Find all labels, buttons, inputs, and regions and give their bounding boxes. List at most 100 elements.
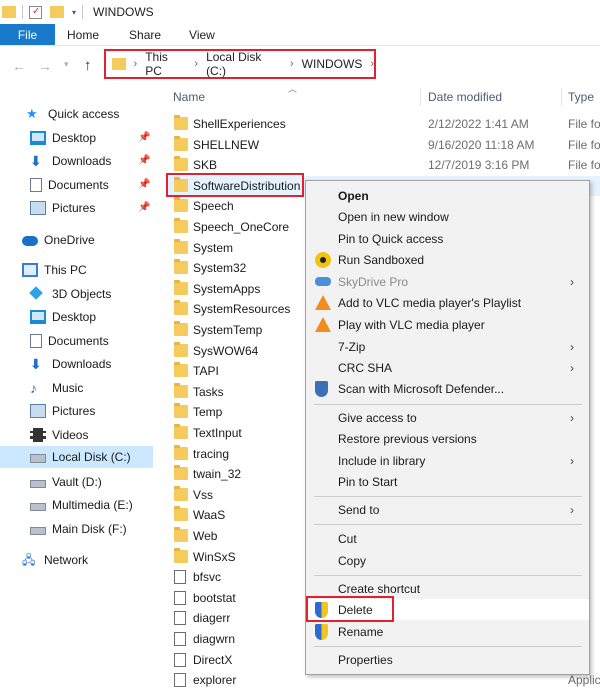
nav-downloads[interactable]: ⬇ Downloads <box>30 353 111 375</box>
nav-network[interactable]: 🖧 Network <box>22 549 88 571</box>
nav-local-disk-c[interactable]: Local Disk (C:) <box>0 446 153 468</box>
qat-dropdown-icon[interactable]: ▾ <box>72 8 76 17</box>
menu-item-give-access[interactable]: Give access to › <box>306 407 589 428</box>
nav-documents[interactable]: Documents <box>30 330 109 352</box>
menu-item-open[interactable]: Open <box>306 185 589 206</box>
menu-item-open-new-window[interactable]: Open in new window <box>306 206 589 227</box>
nav-3d-objects[interactable]: 3D Objects <box>29 283 111 305</box>
column-divider[interactable] <box>561 88 562 106</box>
menu-item-skydrive-pro[interactable]: SkyDrive Pro › <box>306 271 589 292</box>
breadcrumb-chevron-icon[interactable]: › <box>290 58 294 70</box>
properties-icon[interactable]: ✓ <box>29 5 42 19</box>
breadcrumb-local-disk[interactable]: Local Disk (C:) <box>206 50 282 78</box>
forward-arrow-icon[interactable]: → <box>38 58 52 74</box>
menu-item-copy[interactable]: Copy <box>306 550 589 571</box>
menu-item-restore-versions[interactable]: Restore previous versions <box>306 428 589 449</box>
3d-objects-icon <box>29 286 46 301</box>
nav-qa-documents[interactable]: Documents <box>30 174 109 196</box>
file-row[interactable]: ShellExperiences 2/12/2022 1:41 AM File fo <box>166 114 600 134</box>
new-folder-icon[interactable] <box>50 6 64 18</box>
menu-label: Give access to <box>338 410 417 425</box>
menu-label: Pin to Start <box>338 474 398 489</box>
nav-multimedia-e[interactable]: Multimedia (E:) <box>30 494 133 516</box>
menu-separator <box>314 496 582 497</box>
file-name: twain_32 <box>193 467 242 482</box>
folder-icon <box>112 58 126 70</box>
folder-icon <box>174 156 188 172</box>
settings-file-icon <box>174 570 186 585</box>
column-header-date[interactable]: Date modified <box>428 90 502 104</box>
folder-icon <box>174 300 188 316</box>
file-name: tracing <box>193 446 230 461</box>
system-drive-icon <box>30 454 46 463</box>
file-name: System <box>193 240 234 255</box>
nav-desktop[interactable]: Desktop <box>30 306 96 328</box>
file-date: 9/16/2020 11:18 AM <box>428 137 535 152</box>
file-name: Vss <box>193 487 214 502</box>
menu-item-pin-start[interactable]: Pin to Start <box>306 471 589 492</box>
menu-item-send-to[interactable]: Send to › <box>306 499 589 520</box>
defender-shield-icon <box>315 381 328 397</box>
tab-share[interactable]: Share <box>113 24 175 45</box>
column-header-name[interactable]: Name <box>173 90 205 104</box>
menu-item-rename[interactable]: Rename <box>306 621 589 642</box>
nav-label: Documents <box>48 178 109 192</box>
menu-item-cut[interactable]: Cut <box>306 528 589 549</box>
pin-icon: 📌 <box>138 132 151 143</box>
nav-videos[interactable]: Videos <box>30 424 88 446</box>
folder-icon <box>174 527 188 542</box>
file-name: SystemApps <box>193 281 261 296</box>
nav-pictures[interactable]: Pictures <box>30 400 95 422</box>
column-header-type[interactable]: Type <box>568 90 594 104</box>
menu-item-vlc-playlist[interactable]: Add to VLC media player's Playlist <box>306 292 589 313</box>
nav-label: Pictures <box>52 404 96 418</box>
breadcrumb-chevron-icon[interactable]: › <box>194 58 198 70</box>
address-bar[interactable]: › This PC › Local Disk (C:) › WINDOWS › <box>104 49 376 79</box>
menu-item-pin-quick-access[interactable]: Pin to Quick access <box>306 228 589 249</box>
tab-file[interactable]: File <box>0 24 55 45</box>
nav-this-pc[interactable]: This PC <box>22 259 87 281</box>
file-name: SystemTemp <box>193 323 263 337</box>
nav-main-disk-f[interactable]: Main Disk (F:) <box>30 518 127 540</box>
menu-item-crc-sha[interactable]: CRC SHA › <box>306 357 589 378</box>
menu-label: Scan with Microsoft Defender... <box>338 381 505 396</box>
breadcrumb-windows[interactable]: WINDOWS <box>302 57 363 71</box>
nav-onedrive[interactable]: OneDrive <box>22 229 95 251</box>
breadcrumb-chevron-icon[interactable]: › <box>134 58 138 70</box>
menu-item-include-library[interactable]: Include in library › <box>306 450 589 471</box>
ribbon-tabs: File Home Share View <box>0 24 600 46</box>
menu-item-scan-defender[interactable]: Scan with Microsoft Defender... <box>306 378 589 399</box>
menu-label: Properties <box>338 652 393 667</box>
nav-music[interactable]: ♪ Music <box>30 377 83 399</box>
back-arrow-icon[interactable]: ← <box>12 58 26 74</box>
file-name: SHELLNEW <box>193 137 260 152</box>
menu-item-run-sandboxed[interactable]: Run Sandboxed <box>306 249 589 270</box>
menu-item-7zip[interactable]: 7-Zip › <box>306 336 589 357</box>
tab-view[interactable]: View <box>175 24 229 45</box>
menu-item-properties[interactable]: Properties <box>306 649 589 670</box>
file-date: 2/12/2022 1:41 AM <box>428 117 529 131</box>
file-row[interactable]: SHELLNEW 9/16/2020 11:18 AM File fo <box>166 135 600 155</box>
file-name: TAPI <box>193 364 219 379</box>
pictures-icon <box>30 404 46 418</box>
breadcrumb-chevron-icon[interactable]: › <box>370 58 374 70</box>
menu-separator <box>314 646 582 647</box>
pictures-icon <box>30 201 46 215</box>
file-name: bootstat <box>193 590 236 605</box>
nav-qa-downloads[interactable]: ⬇ Downloads <box>30 150 111 172</box>
breadcrumb-this-pc[interactable]: This PC <box>145 50 186 78</box>
file-name: SKB <box>193 158 218 173</box>
column-divider[interactable] <box>420 88 421 106</box>
up-arrow-icon[interactable]: ↑ <box>84 57 92 74</box>
nav-qa-pictures[interactable]: Pictures <box>30 197 95 219</box>
nav-vault-d[interactable]: Vault (D:) <box>30 471 102 493</box>
nav-qa-desktop[interactable]: Desktop <box>30 127 96 149</box>
folder-icon <box>174 465 188 481</box>
nav-quick-access[interactable]: ★ Quick access <box>26 103 119 125</box>
tab-home[interactable]: Home <box>55 24 113 45</box>
menu-item-vlc-play[interactable]: Play with VLC media player <box>306 314 589 335</box>
recent-locations-icon[interactable]: ▾ <box>64 59 69 70</box>
bootstat-file-icon <box>174 590 186 605</box>
file-icon <box>174 673 186 688</box>
drive-icon <box>30 502 46 511</box>
